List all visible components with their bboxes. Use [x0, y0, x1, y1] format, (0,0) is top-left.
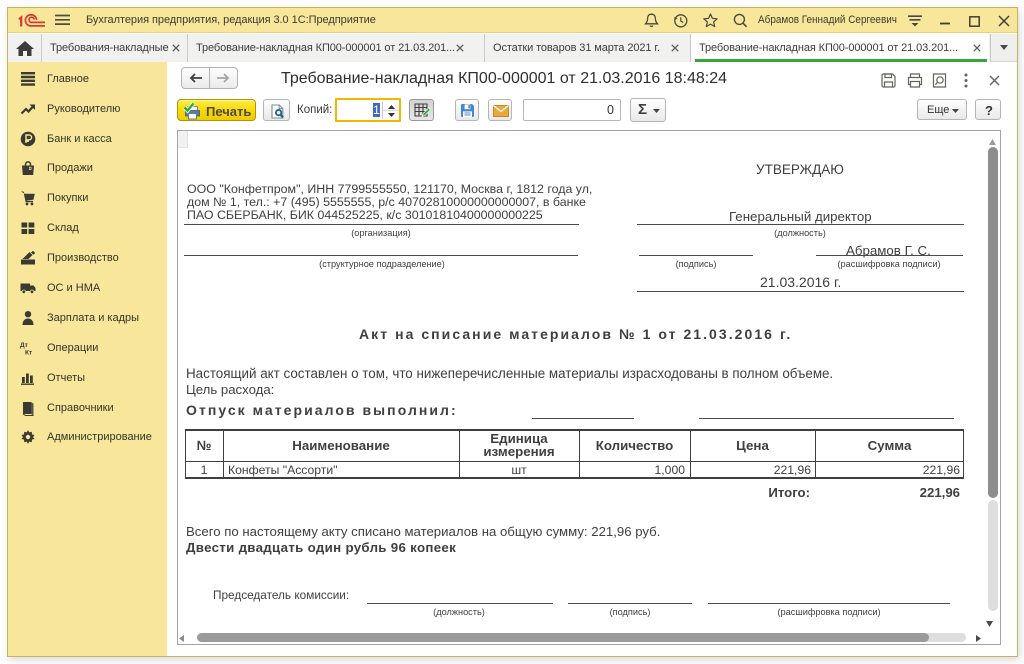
- svg-text:Кт: Кт: [25, 350, 32, 357]
- svg-text:Дт: Дт: [20, 342, 28, 349]
